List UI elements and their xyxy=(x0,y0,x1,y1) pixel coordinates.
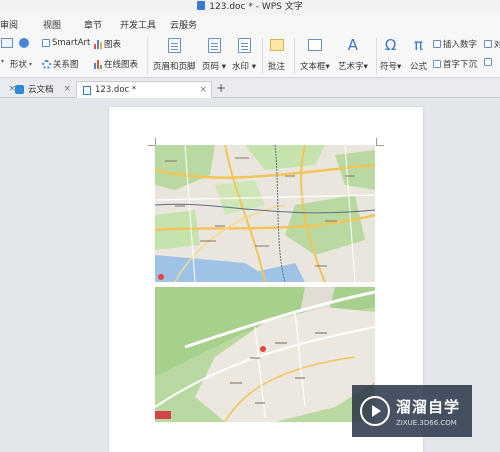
tab-cloud-service[interactable]: 云服务 xyxy=(170,18,197,31)
tab-view[interactable]: 视图 xyxy=(43,18,61,31)
header-footer-label: 页眉和页脚 xyxy=(153,62,196,72)
ribbon: SmartArt 图表 ▾ 形状 ▾ 关系图 在线图表 页眉和页脚 页码 ▾ 水印… xyxy=(0,34,500,78)
watermark-icon xyxy=(237,37,251,53)
omega-icon: Ω xyxy=(384,36,397,54)
smartart-button[interactable]: SmartArt xyxy=(42,38,90,48)
textbox-button[interactable]: 文本框▾ xyxy=(300,36,330,72)
tab-current-document-label: 123.doc * xyxy=(95,85,137,95)
ribbon-separator xyxy=(376,38,377,74)
chart-button[interactable]: 图表 xyxy=(94,38,121,50)
symbol-label: 符号▾ xyxy=(380,62,402,72)
pi-icon: π xyxy=(413,36,424,54)
watermark-button[interactable]: 水印 ▾ xyxy=(232,36,256,72)
symbol-button[interactable]: Ω 符号▾ xyxy=(380,36,401,72)
object-button[interactable]: 对 xyxy=(484,38,500,50)
ribbon-separator xyxy=(294,38,295,74)
page-number-icon xyxy=(207,37,221,53)
cloud-docs-icon xyxy=(15,85,24,94)
doc-tab-icon xyxy=(83,85,91,95)
map-image-bottom[interactable] xyxy=(155,287,375,422)
insert-number-button[interactable]: 插入数字 xyxy=(433,38,477,50)
picture-button[interactable] xyxy=(1,38,29,48)
textbox-icon xyxy=(307,39,322,51)
formula-button[interactable]: π 公式 xyxy=(410,36,427,72)
watermark-url: ZIXUE.3D66.COM xyxy=(396,418,457,427)
menu-bar: 审阅 视图 章节 开发工具 云服务 xyxy=(0,14,500,34)
new-tab-button[interactable]: + xyxy=(216,81,226,95)
close-icon[interactable]: × xyxy=(63,81,71,97)
location-map-graphic xyxy=(155,287,375,422)
online-chart-label: 在线图表 xyxy=(104,60,139,70)
city-map-graphic xyxy=(155,145,375,282)
online-chart-icon xyxy=(94,59,102,69)
document-icon xyxy=(197,1,206,10)
play-logo-icon xyxy=(360,396,390,426)
watermark-name: 溜溜自学 xyxy=(396,397,461,416)
ribbon-separator xyxy=(147,38,148,74)
comment-button[interactable]: 批注 xyxy=(268,36,285,72)
dropdown-arrow-left[interactable]: ▾ xyxy=(1,58,4,65)
number-icon xyxy=(433,40,441,48)
dropcap-button[interactable]: 首字下沉 xyxy=(433,58,477,70)
chart-label: 图表 xyxy=(104,40,122,50)
formula-label: 公式 xyxy=(410,62,428,72)
page-number-label: 页码 ▾ xyxy=(202,62,226,72)
online-chart-button[interactable]: 在线图表 xyxy=(94,58,138,70)
tab-section[interactable]: 章节 xyxy=(84,18,102,31)
dropcap-icon xyxy=(433,60,441,68)
wordart-icon: A xyxy=(347,36,359,54)
watermark-label: 水印 ▾ xyxy=(232,62,256,72)
relation-icon xyxy=(42,59,51,69)
header-footer-button[interactable]: 页眉和页脚 xyxy=(153,36,196,72)
relation-label: 关系图 xyxy=(53,60,79,70)
relation-button[interactable]: 关系图 xyxy=(42,58,79,70)
title-bar: 123.doc * - WPS 文字 xyxy=(0,0,500,14)
insert-number-label: 插入数字 xyxy=(443,40,478,50)
object-icon xyxy=(484,40,492,48)
extra-icon xyxy=(484,58,492,66)
tab-cloud-docs-label: 云文档 xyxy=(28,84,54,95)
window-title: 123.doc * - WPS 文字 xyxy=(209,2,303,12)
dropcap-label: 首字下沉 xyxy=(443,60,478,70)
map-image-top[interactable] xyxy=(155,145,375,282)
ribbon-separator xyxy=(262,38,263,74)
smartart-icon xyxy=(42,39,50,47)
page-number-button[interactable]: 页码 ▾ xyxy=(202,36,226,72)
wordart-button[interactable]: A 艺术字▾ xyxy=(338,36,368,72)
extra-button[interactable] xyxy=(484,58,492,66)
watermark-overlay: 溜溜自学 ZIXUE.3D66.COM xyxy=(352,385,472,437)
chevron-down-icon: ▾ xyxy=(29,60,33,68)
header-footer-icon xyxy=(167,37,181,53)
tab-cloud-docs[interactable]: 云文档 × xyxy=(9,81,75,98)
tab-developer-tools[interactable]: 开发工具 xyxy=(120,18,156,31)
chart-icon xyxy=(94,39,102,49)
object-label: 对 xyxy=(494,40,500,50)
tab-review[interactable]: 审阅 xyxy=(0,18,18,31)
wordart-label: 艺术字▾ xyxy=(338,62,368,72)
shapes-icon xyxy=(19,38,29,48)
document-tab-bar xyxy=(0,79,500,98)
crop-mark xyxy=(376,138,384,146)
comment-label: 批注 xyxy=(268,62,286,72)
tab-current-document[interactable]: 123.doc * × xyxy=(76,81,212,98)
smartart-label: SmartArt xyxy=(52,38,91,48)
shape-label: 形状 xyxy=(10,60,28,70)
shape-button[interactable]: 形状 ▾ xyxy=(10,58,32,70)
comment-icon xyxy=(269,39,284,51)
picture-icon xyxy=(1,38,13,48)
textbox-label: 文本框▾ xyxy=(300,62,330,72)
close-icon[interactable]: × xyxy=(199,82,207,98)
